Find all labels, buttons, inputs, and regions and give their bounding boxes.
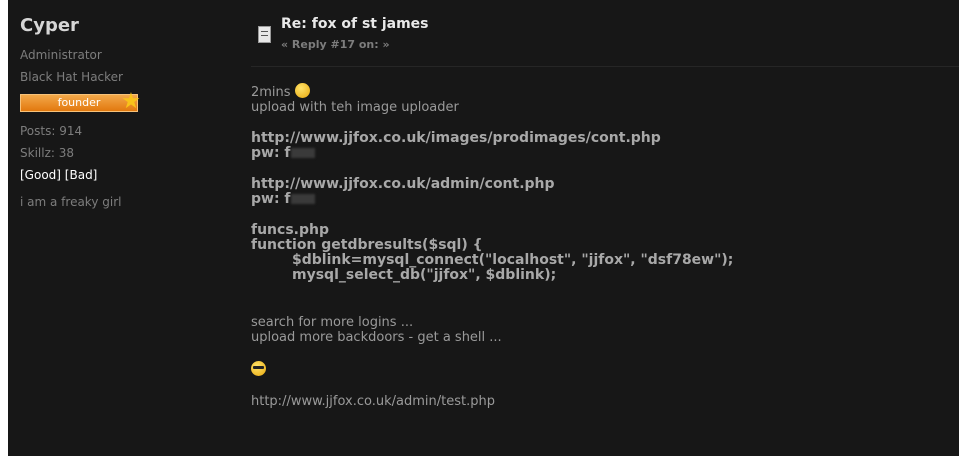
post-line xyxy=(251,361,951,378)
post-link[interactable]: http://www.jjfox.co.uk/images/prodimages… xyxy=(251,131,951,146)
personal-text: i am a freaky girl xyxy=(20,195,122,209)
text-2mins: 2mins xyxy=(251,85,291,100)
founder-badge: founder ★ xyxy=(20,90,141,114)
star-icon: ★ xyxy=(121,89,141,114)
poster-info: Cyper Administrator Black Hat Hacker fou… xyxy=(20,15,220,214)
post-body: 2mins upload with teh image uploader htt… xyxy=(251,83,951,409)
post-count: Posts: 914 xyxy=(20,124,83,138)
username[interactable]: Cyper xyxy=(20,15,220,36)
post-line: search for more logins ... xyxy=(251,315,414,330)
forum-post: Cyper Administrator Black Hat Hacker fou… xyxy=(8,0,959,456)
post-link[interactable]: http://www.jjfox.co.uk/admin/cont.php xyxy=(251,177,951,192)
code-line: mysql_select_db("jjfox", $dblink); xyxy=(292,267,557,283)
karma-links: [Good] [Bad] xyxy=(20,164,220,186)
grin-smiley-icon xyxy=(294,83,310,98)
sunglasses-smiley-icon xyxy=(251,361,266,376)
password-text: pw: f xyxy=(251,145,291,161)
post-link[interactable]: http://www.jjfox.co.uk/admin/test.php xyxy=(251,394,951,409)
skillz-count: Skillz: 38 xyxy=(20,146,74,160)
post-title[interactable]: Re: fox of st james xyxy=(281,16,429,32)
post-line: 2mins xyxy=(251,83,951,100)
document-icon xyxy=(258,26,271,43)
code-line: $dblink=mysql_connect("localhost", "jjfo… xyxy=(292,252,734,268)
custom-title: Black Hat Hacker xyxy=(20,70,123,84)
reply-info: « Reply #17 on: » xyxy=(281,38,390,51)
karma-bad-link[interactable]: [Bad] xyxy=(65,168,98,182)
karma-good-link[interactable]: [Good] xyxy=(20,168,61,182)
member-group: Administrator xyxy=(20,48,102,62)
badge-label: founder xyxy=(57,96,101,109)
post-header: Re: fox of st james « Reply #17 on: » xyxy=(251,14,959,67)
password-line: pw: f xyxy=(251,146,951,161)
redacted-blur xyxy=(290,148,315,158)
password-text: pw: f xyxy=(251,191,291,207)
code-line: funcs.php xyxy=(251,222,329,238)
password-line: pw: f xyxy=(251,192,951,207)
code-line: function getdbresults($sql) { xyxy=(251,237,483,253)
redacted-blur xyxy=(290,194,315,204)
post-line: upload more backdoors - get a shell ... xyxy=(251,330,502,345)
post-line: upload with teh image uploader xyxy=(251,100,459,115)
